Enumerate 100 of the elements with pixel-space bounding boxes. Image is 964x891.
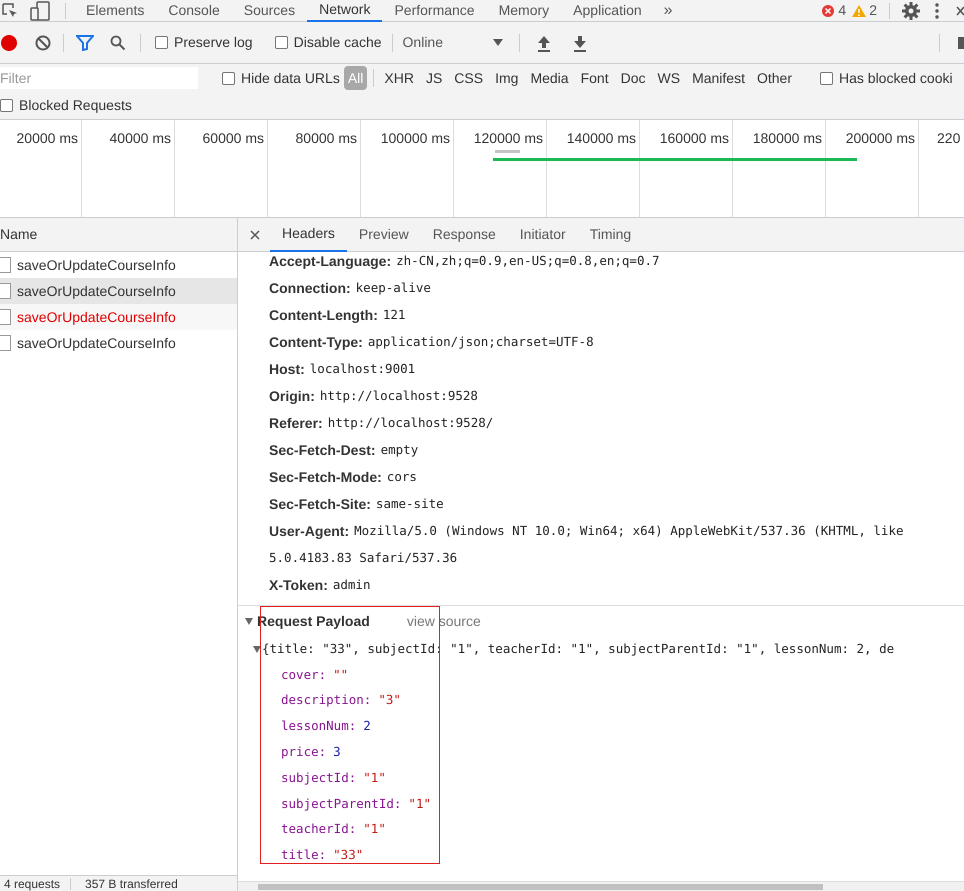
panel-tab[interactable]: Sources [232,0,308,22]
header-name: Sec-Fetch-Site: [269,495,371,514]
disable-cache-checkbox[interactable] [274,36,288,49]
file-icon [0,335,11,351]
request-row[interactable]: saveOrUpdateCourseInfo [0,304,237,330]
panel-tab[interactable]: Elements [74,0,156,22]
time-tick: 140000 ms [566,129,636,148]
time-tick: 20000 ms [16,129,78,148]
download-icon[interactable] [572,34,588,52]
header-name: Content-Type: [269,333,363,352]
header-name: User-Agent: [269,522,350,541]
type-filter[interactable]: JS [422,66,446,90]
payload-value: "1" [363,820,386,838]
hide-data-urls-checkbox[interactable] [222,72,235,84]
payload-value: "1" [363,768,386,787]
payload-key: price: [281,742,326,762]
header-name: Host: [269,360,305,379]
more-tabs-button[interactable]: » [654,0,683,22]
time-tick: 120000 ms [474,129,543,148]
error-icon[interactable] [822,4,834,16]
header-name: X-Token: [269,576,328,595]
type-filter[interactable]: Doc [616,66,650,90]
payload-key: description: [281,691,372,710]
payload-value: 3 [333,742,341,761]
inspect-icon[interactable] [1,2,19,20]
header-value: http://localhost:9528/ [328,414,494,432]
type-filter[interactable]: WS [654,66,684,90]
type-filter[interactable]: Img [491,66,522,90]
close-icon[interactable] [250,230,260,240]
expand-icon[interactable] [245,618,253,624]
header-value: 121 [382,306,406,324]
header-value: application/json;charset=UTF-8 [368,333,594,352]
time-tick: 200000 ms [846,129,915,148]
checkbox-label: Hide data URLs [241,68,340,88]
blocked-requests-checkbox[interactable] [0,99,13,112]
payload-key: subjectParentId: [281,794,402,814]
upload-icon[interactable] [536,34,552,52]
type-filter[interactable]: CSS [450,66,488,90]
expand-icon[interactable] [253,646,261,652]
search-icon[interactable] [110,34,126,50]
header-value: localhost:9001 [310,360,416,378]
throttling-dropdown[interactable]: Online [402,32,503,53]
type-filter[interactable]: Other [752,66,796,90]
request-row[interactable]: saveOrUpdateCourseInfo [0,278,237,304]
detail-tab[interactable]: Timing [578,218,644,252]
panel-tab[interactable]: Console [156,0,232,22]
checkbox-label: Preserve log [174,33,253,52]
detail-tab[interactable]: Initiator [508,218,578,252]
checkbox-label: Has blocked cooki [839,68,953,88]
payload-value: "33" [333,846,364,864]
status-text: 357 B transferred [84,876,178,890]
header-value: 5.0.4183.83 Safari/537.36 [269,549,458,568]
record-button[interactable] [1,34,17,50]
time-tick: 80000 ms [296,129,357,148]
type-filter[interactable]: Media [526,66,573,90]
status-text: 4 requests [3,876,60,890]
warning-count: 2 [869,1,877,20]
payload-key: teacherId: [281,820,356,840]
time-tick: 160000 ms [660,129,729,148]
blocked-cookies-checkbox[interactable] [820,72,833,84]
payload-value: "3" [378,691,401,710]
column-header[interactable]: Name [0,224,38,245]
payload-key: cover: [281,666,326,684]
type-filter[interactable]: XHR [380,66,418,90]
panel-tab[interactable]: Performance [382,0,487,22]
type-filter[interactable]: Font [576,66,613,90]
header-value: same-site [376,495,444,514]
filter-field[interactable]: Filter [0,67,198,89]
header-name: Sec-Fetch-Dest: [269,441,376,460]
header-name: Content-Length: [269,306,378,325]
view-source-link[interactable]: view source [406,610,481,632]
file-icon [0,257,11,273]
time-tick: 220 [937,129,960,148]
file-icon [0,283,11,299]
detail-tab[interactable]: Preview [346,218,421,252]
checkbox-label: Disable cache [294,33,382,52]
time-tick: 60000 ms [202,129,264,148]
header-value: Mozilla/5.0 (Windows NT 10.0; Win64; x64) AppleWebKit/537.36 (KHTML, like [354,522,904,540]
checkbox-label: Blocked Requests [19,96,132,115]
header-value: keep-alive [356,279,431,298]
time-tick: 180000 ms [752,129,822,148]
more-icon[interactable] [934,2,940,18]
caret-icon[interactable] [492,38,503,46]
error-count: 4 [838,1,846,20]
preserve-log-checkbox[interactable] [155,36,168,49]
time-tick: 40000 ms [110,129,171,148]
panel-tab[interactable]: Memory [486,0,562,22]
detail-tab[interactable]: Headers [270,218,347,252]
close-icon[interactable] [956,4,964,18]
header-value: admin [332,576,370,594]
payload-key: subjectId: [281,768,356,788]
filter-icon[interactable] [76,34,94,50]
clear-icon[interactable] [35,34,51,50]
detail-tab[interactable]: Response [420,218,508,252]
payload-value: "" [333,666,348,684]
device-icon[interactable] [29,0,51,20]
payload-value: "1" [408,794,431,812]
type-filter[interactable]: Manifest [688,66,749,90]
header-name: Origin: [269,387,315,406]
panel-tab[interactable]: Application [561,0,654,22]
